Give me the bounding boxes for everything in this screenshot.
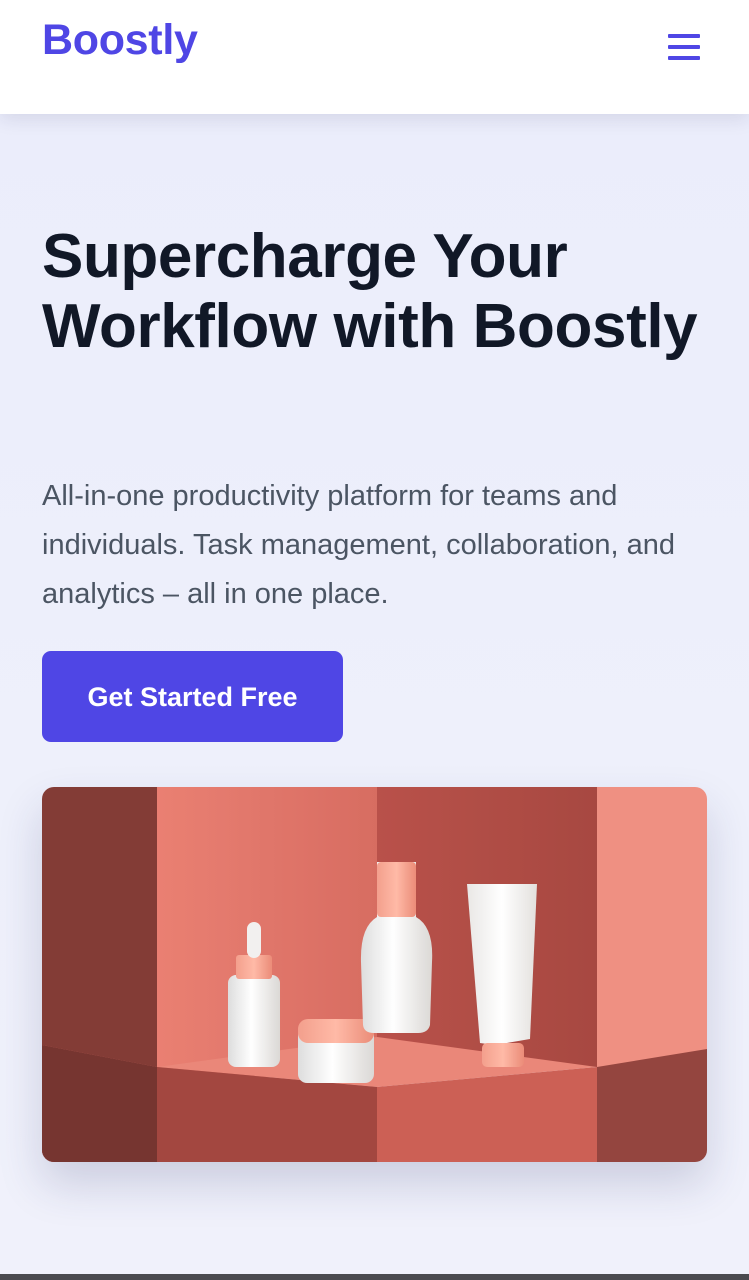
hero-headline: Supercharge Your Workflow with Boostly (42, 222, 698, 361)
hamburger-icon (668, 34, 700, 60)
menu-button[interactable] (664, 30, 704, 64)
get-started-button[interactable]: Get Started Free (42, 651, 343, 742)
product-photo-icon (42, 787, 707, 1162)
hero-image (42, 787, 707, 1162)
site-header: Boostly (0, 0, 749, 114)
bottom-bar (0, 1274, 749, 1280)
logo[interactable]: Boostly (42, 14, 198, 66)
hero-section: Supercharge Your Workflow with Boostly A… (0, 114, 749, 1274)
hero-subtext: All-in-one productivity platform for tea… (42, 480, 676, 610)
